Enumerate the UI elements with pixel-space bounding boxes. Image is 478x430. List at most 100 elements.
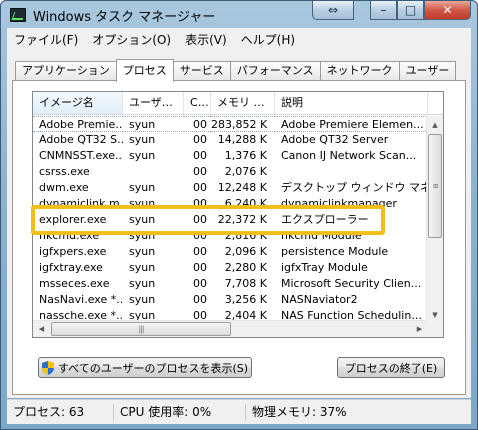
column-user-name[interactable]: ユーザー名 (123, 92, 184, 114)
vertical-scroll-thumb[interactable]: ≡ (428, 134, 442, 238)
menu-file[interactable]: ファイル(F) (7, 31, 85, 48)
scroll-left-arrow-icon[interactable]: ◀ (33, 321, 50, 337)
row-cpu: 00 (193, 277, 207, 290)
tab-performance[interactable]: パフォーマンス (229, 61, 321, 81)
table-row[interactable]: dynamiclink.m... syun 00 6,240 K dynamiclink… (33, 196, 428, 212)
row-cpu: 00 (193, 165, 207, 178)
process-list[interactable]: イメージ名 ユーザー名 CPU メモリ (プライ... 説明 Adobe Pre… (32, 91, 444, 338)
table-row[interactable]: CNMNSST.exe... syun 00 1,376 K Canon IJ Netw… (33, 148, 428, 164)
row-cpu: 00 (193, 149, 207, 162)
row-cpu: 00 (193, 293, 207, 306)
row-description: エクスプローラー (281, 213, 369, 226)
row-user-name: syun (123, 116, 184, 132)
row-memory: 2,280 K (224, 261, 267, 274)
scroll-up-arrow-icon[interactable]: ▲ (427, 116, 443, 133)
row-image-name: dwm.exe (39, 181, 89, 194)
row-description: NASNaviator2 (281, 293, 358, 306)
table-row[interactable]: NasNavi.exe *... syun 00 3,256 K NASNaviator… (33, 292, 428, 308)
column-description[interactable]: 説明 (275, 92, 428, 114)
horizontal-scroll-thumb[interactable]: ||| (51, 322, 231, 336)
table-row[interactable]: Adobe QT32 S... syun 00 14,288 K Adobe QT32 … (33, 132, 428, 148)
table-row[interactable]: Adobe Premie... syun 00 283,852 K Adobe Prem… (33, 116, 428, 132)
row-cpu: 00 (193, 229, 207, 242)
row-image-name: igfxpers.exe (39, 245, 107, 258)
column-memory[interactable]: メモリ (プライ... (211, 92, 275, 114)
row-image-name: NasNavi.exe *... (39, 293, 123, 306)
row-cpu: 00 (193, 213, 207, 226)
row-user-name: syun (129, 213, 156, 226)
row-user-name: syun (129, 277, 156, 290)
table-row[interactable]: msseces.exe syun 00 7,708 K Microsoft Securi… (33, 276, 428, 292)
table-row[interactable]: dwm.exe syun 00 12,248 K デスクトップ ウィンドウ マネ... (33, 180, 428, 196)
row-image-name: Adobe Premie... (33, 116, 123, 132)
switch-window-button[interactable]: ⇔ (312, 1, 354, 20)
row-cpu: 00 (193, 181, 207, 194)
tab-processes[interactable]: プロセス (115, 59, 174, 82)
status-physical-memory: 物理メモリ: 37% (252, 404, 347, 419)
row-user-name (123, 164, 184, 180)
row-description (275, 164, 428, 180)
table-row[interactable]: igfxpers.exe syun 00 2,096 K persistence Mod… (33, 244, 428, 260)
row-memory: 2,096 K (224, 245, 267, 258)
maximize-button[interactable]: □ (397, 1, 424, 20)
row-cpu: 00 (193, 133, 207, 146)
row-memory: 2,816 K (224, 229, 267, 242)
grip-icon: ||| (138, 324, 144, 334)
row-user-name: syun (129, 293, 156, 306)
row-image-name: CNMNSST.exe... (39, 149, 123, 162)
row-user-name: syun (129, 181, 156, 194)
close-button[interactable]: ✕ (424, 1, 471, 20)
row-user-name: syun (129, 261, 156, 274)
row-user-name: syun (129, 133, 156, 146)
row-description: Canon IJ Network Scan... (281, 149, 417, 162)
window-title: Windows タスク マネージャー (33, 10, 216, 25)
row-user-name: syun (129, 229, 156, 242)
status-bar: プロセス: 63 CPU 使用率: 0% 物理メモリ: 37% (7, 399, 471, 424)
column-image-name[interactable]: イメージ名 (33, 92, 123, 114)
row-description: dynamiclinkmanager (281, 197, 397, 210)
row-memory: 1,376 K (224, 149, 267, 162)
row-memory: 22,372 K (217, 213, 267, 226)
row-description: Adobe QT32 Server (281, 133, 389, 146)
horizontal-scrollbar[interactable]: ◀ ||| ▶ (33, 320, 428, 337)
show-all-users-label: すべてのユーザーのプロセスを表示(S) (57, 361, 249, 375)
tab-users[interactable]: ユーザー (398, 61, 457, 81)
row-user-name: syun (129, 245, 156, 258)
row-memory: 2,076 K (224, 165, 267, 178)
tab-applications[interactable]: アプリケーション (15, 61, 117, 81)
row-description: デスクトップ ウィンドウ マネ... (281, 181, 428, 194)
table-row[interactable]: hkcmd.exe syun 00 2,816 K hkcmd Module (33, 228, 428, 244)
row-image-name: hkcmd.exe (39, 229, 100, 242)
title-bar[interactable]: Windows タスク マネージャー ⇔ – □ ✕ (1, 1, 477, 28)
row-description: Adobe Premiere Elemen... (275, 116, 428, 132)
end-process-button[interactable]: プロセスの終了(E) (337, 357, 445, 378)
list-body: Adobe Premie... syun 00 283,852 K Adobe Prem… (33, 116, 428, 323)
grip-icon: ≡ (432, 181, 439, 191)
row-image-name: msseces.exe (39, 277, 110, 290)
status-process-count: プロセス: 63 (7, 403, 114, 421)
list-header: イメージ名 ユーザー名 CPU メモリ (プライ... 説明 (33, 92, 443, 115)
tab-services[interactable]: サービス (172, 61, 231, 81)
column-cpu[interactable]: CPU (184, 92, 211, 114)
row-image-name: csrss.exe (39, 165, 90, 178)
row-memory: 283,852 K (211, 116, 275, 132)
minimize-button[interactable]: – (370, 1, 397, 20)
table-row[interactable]: igfxtray.exe syun 00 2,280 K igfxTray Module (33, 260, 428, 276)
row-cpu: 00 (193, 197, 207, 210)
tab-networking[interactable]: ネットワーク (319, 61, 400, 81)
menu-bar: ファイル(F) オプション(O) 表示(V) ヘルプ(H) (7, 28, 471, 50)
task-manager-window: Windows タスク マネージャー ⇔ – □ ✕ ファイル(F) オプション… (0, 0, 478, 430)
menu-options[interactable]: オプション(O) (85, 31, 178, 48)
row-memory: 12,248 K (217, 181, 267, 194)
menu-view[interactable]: 表示(V) (178, 31, 234, 48)
status-cpu-usage: CPU 使用率: 0% (114, 403, 246, 421)
row-cpu: 00 (184, 116, 211, 132)
vertical-scrollbar[interactable]: ▲ ≡ ▼ (426, 116, 443, 323)
table-row[interactable]: explorer.exe syun 00 22,372 K エクスプローラー (33, 212, 428, 228)
show-all-users-button[interactable]: すべてのユーザーのプロセスを表示(S) (38, 357, 252, 378)
processes-panel: イメージ名 ユーザー名 CPU メモリ (プライ... 説明 Adobe Pre… (12, 80, 466, 395)
menu-help[interactable]: ヘルプ(H) (234, 31, 302, 48)
table-row[interactable]: csrss.exe 00 2,076 K (33, 164, 428, 180)
row-image-name: dynamiclink.m... (39, 197, 123, 210)
row-image-name: igfxtray.exe (39, 261, 103, 274)
